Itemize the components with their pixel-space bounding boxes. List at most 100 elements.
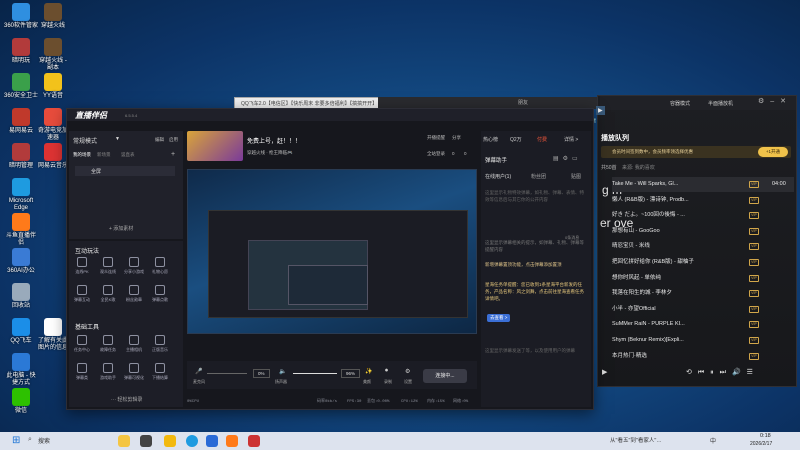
tool-button[interactable]: 礼物心愿 — [149, 257, 171, 275]
tool-button[interactable]: 弹幕互动 — [71, 285, 93, 303]
notification-ticker[interactable]: 从"看五"到"看家人"… — [610, 436, 662, 444]
tool-button[interactable]: 正版音乐 — [149, 335, 171, 353]
speaker-volume[interactable]: 96% — [341, 369, 361, 378]
mode-label[interactable]: 容器模式 — [670, 100, 690, 107]
track-row[interactable]: 好き だよ。~100回の後悔 - ... VIP — [612, 208, 794, 223]
track-row[interactable]: 本月热门·精选 VIP — [612, 349, 794, 364]
fans-tab[interactable]: 粉丝团 — [531, 173, 546, 180]
tool-button[interactable]: 弹幕可视化 — [123, 363, 145, 381]
desktop-icon[interactable]: 回收站 — [4, 283, 38, 310]
tool-button[interactable]: 弹幕点歌 — [149, 285, 171, 303]
share-button[interactable]: 分享 — [452, 135, 461, 141]
desktop-icon[interactable]: YY语音 — [36, 73, 70, 100]
tool-button[interactable]: 粉丝勋章 — [123, 285, 145, 303]
desktop-icon[interactable]: 360AI办公 — [4, 248, 38, 275]
file-explorer-icon[interactable] — [164, 435, 176, 447]
beauty-label[interactable]: 美颜 — [363, 379, 371, 385]
desktop-icon[interactable]: 了解有关此图片的信息 — [36, 318, 70, 352]
track-row[interactable]: Take Me - Will Sparks, Gl... VIP 04:00 — [612, 177, 794, 192]
desktop-icon[interactable]: 暗明玩 — [4, 38, 38, 65]
task-view-icon[interactable] — [140, 435, 152, 447]
live-companion-taskbar-icon[interactable] — [226, 435, 238, 447]
desktop-icon[interactable]: 此电脑 - 快捷方式 — [4, 353, 38, 387]
track-row[interactable]: 小半 - 亦望Official VIP — [612, 302, 794, 317]
stream-preview[interactable] — [187, 169, 477, 334]
beauty-icon[interactable]: ✨ — [365, 368, 372, 375]
track-row[interactable]: 把回忆拼好给你 (R&B版) - 甜柚子 VIP — [612, 255, 794, 270]
taskbar-search[interactable]: 搜索 — [38, 436, 50, 445]
clock-time[interactable]: 0:18 — [760, 433, 771, 439]
track-row[interactable]: Shym (Beknur Remix)[Expli... VIP — [612, 333, 794, 348]
stream-title[interactable]: 免费上号，赶！！！ — [247, 136, 301, 145]
tool-button[interactable]: 故障任务 — [97, 335, 119, 353]
track-row[interactable]: SuMMer RaiN - PURPLE KI... VIP — [612, 317, 794, 332]
right-tab[interactable]: Q2万 — [510, 136, 522, 143]
tool-button[interactable]: 连线PK — [71, 257, 93, 275]
tool-button[interactable]: 分享小游戏 — [123, 257, 145, 275]
tool-button[interactable]: 全民K歌 — [97, 285, 119, 303]
play-icon[interactable]: ▶ — [602, 368, 607, 376]
scene-tab[interactable]: 新场景 — [97, 152, 111, 158]
settings-label[interactable]: 设置 — [404, 379, 412, 385]
edit-button[interactable]: 编辑 — [155, 137, 164, 143]
add-material-button[interactable]: + 添加素材 — [109, 225, 133, 232]
edge-icon[interactable] — [186, 435, 198, 447]
windows-start-icon[interactable]: ⊞ — [12, 435, 20, 446]
desktop-icon[interactable]: 穿越火线 - 副本 — [36, 38, 70, 72]
desktop-icon[interactable]: Microsoft Edge — [4, 178, 38, 212]
stream-cover-thumbnail[interactable] — [187, 131, 243, 161]
scene-tab[interactable]: 我的场景 — [73, 152, 91, 158]
mic-slider[interactable] — [207, 373, 247, 374]
tray-lang[interactable]: 中 — [710, 436, 716, 445]
desktop-icon[interactable]: QQ飞车 — [4, 318, 38, 345]
desktop-icon[interactable]: 网易云音乐 — [36, 143, 70, 170]
record-label[interactable]: 录制 — [384, 379, 392, 385]
desktop-icon[interactable]: 暗明管理 — [4, 143, 38, 170]
desktop-icon[interactable]: 360安全卫士 — [4, 73, 38, 100]
tool-button[interactable]: 主播相机 — [123, 335, 145, 353]
desktop-icon[interactable]: 穿越火线 — [36, 3, 70, 30]
speaker-icon[interactable]: 🔈 — [279, 368, 286, 375]
right-tab[interactable]: 付费 — [537, 136, 547, 143]
track-row[interactable]: 懒人 (R&B版) - 漂诗钟, Prodb... VIP — [612, 193, 794, 208]
add-scene-icon[interactable]: + — [171, 151, 175, 158]
queue-tab[interactable]: 播放队列 — [601, 133, 629, 143]
copilot-icon[interactable] — [118, 435, 130, 447]
track-row[interactable]: 想你时风起 - 单依纯 VIP — [612, 271, 794, 286]
track-row[interactable]: 那想有山 - GooGoo VIP — [612, 224, 794, 239]
mode-caret-icon[interactable]: ▼ — [115, 136, 120, 142]
more-tools-link[interactable]: ··· 轻松剪辑录 — [111, 396, 142, 403]
clock-date[interactable]: 2026/2/17 — [750, 441, 772, 447]
online-users-tab[interactable]: 在线用户(1) — [485, 173, 511, 180]
record-icon[interactable]: ⏺ — [385, 368, 388, 375]
vip-button[interactable]: +1开通 — [758, 147, 788, 157]
settings-icon[interactable]: ⚙ — [405, 368, 410, 375]
track-row[interactable]: 我落在阳生的城 - 李林夕 VIP — [612, 286, 794, 301]
desktop-icon[interactable]: 奇游电竞加速器 — [36, 108, 70, 142]
tool-button[interactable]: 弹幕类 — [71, 363, 93, 381]
desktop-icon[interactable]: 易网易云 — [4, 108, 38, 135]
stream-category[interactable]: 穿越火线 · 枪王降临🎮 — [247, 150, 293, 156]
right-tab[interactable]: 详情 > — [564, 136, 578, 143]
window-controls[interactable]: ⚙–✕ — [758, 97, 792, 105]
kook-icon[interactable] — [206, 435, 218, 447]
desktop-icon[interactable]: 斗鱼直播伴侣 — [4, 213, 38, 247]
app-taskbar-icon[interactable] — [248, 435, 260, 447]
scene-item-fullscreen[interactable]: 全屏 — [91, 168, 101, 175]
mic-volume[interactable]: 0% — [253, 369, 270, 378]
tool-button[interactable]: 任务中心 — [71, 335, 93, 353]
open-live-reminder[interactable]: 开播提醒 — [427, 135, 445, 141]
scene-tab[interactable]: 竖直表 — [121, 152, 135, 158]
playback-controls[interactable]: ⟲⏮⏸⏭🔊☰ — [686, 368, 759, 377]
tool-button[interactable]: 观众连线 — [97, 257, 119, 275]
desktop-icon[interactable]: 360软件管家 — [4, 3, 38, 30]
gift-tab[interactable]: 贴图 — [571, 173, 581, 180]
tool-button[interactable]: 下播结算 — [149, 363, 171, 381]
right-tab[interactable]: 热心榜 — [483, 136, 498, 143]
assistant-tool-icons[interactable]: ▤⚙▭ — [553, 155, 582, 162]
speaker-slider[interactable] — [293, 373, 337, 374]
track-row[interactable]: 晴忍宝贝 - 米线 VIP — [612, 239, 794, 254]
tool-button[interactable]: 游戏助手 — [97, 363, 119, 381]
search-icon[interactable]: ⌕ — [28, 436, 32, 444]
desktop-icon[interactable]: 微信 — [4, 388, 38, 415]
